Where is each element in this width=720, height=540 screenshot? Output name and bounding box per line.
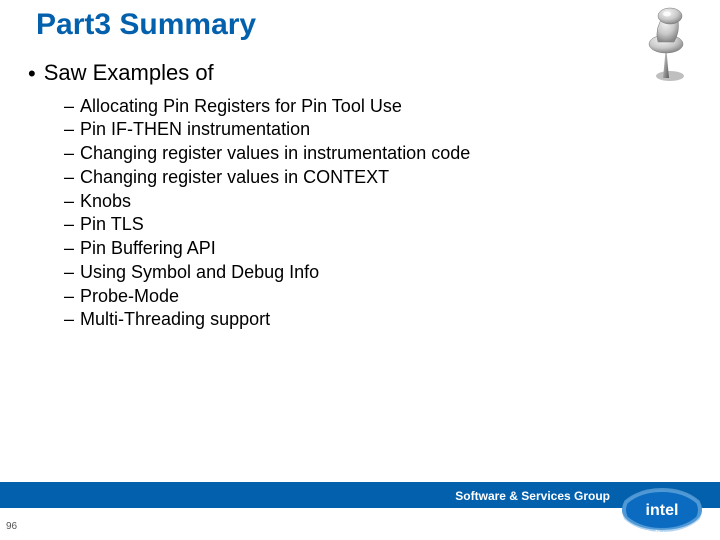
list-item-text: Knobs — [80, 190, 131, 214]
list-item-text: Pin IF-THEN instrumentation — [80, 118, 310, 142]
bullet-level2-list: –Allocating Pin Registers for Pin Tool U… — [64, 95, 680, 333]
dash-icon: – — [64, 285, 74, 309]
slide-title: Part3 Summary — [36, 8, 256, 42]
list-item-text: Multi-Threading support — [80, 308, 270, 332]
list-item-text: Changing register values in CONTEXT — [80, 166, 389, 190]
dash-icon: – — [64, 261, 74, 285]
slide-number: 96 — [6, 521, 17, 532]
dash-icon: – — [64, 213, 74, 237]
list-item-text: Probe-Mode — [80, 285, 179, 309]
list-item: –Probe-Mode — [64, 285, 680, 309]
logo-sub-text: Software — [644, 529, 680, 538]
list-item: –Changing register values in CONTEXT — [64, 166, 680, 190]
bullet-dot: • — [28, 60, 36, 89]
dash-icon: – — [64, 166, 74, 190]
list-item: –Using Symbol and Debug Info — [64, 261, 680, 285]
list-item: –Allocating Pin Registers for Pin Tool U… — [64, 95, 680, 119]
footer-group-label: Software & Services Group — [455, 489, 610, 503]
slide: Part3 Summary • — [0, 0, 720, 540]
intel-logo-icon: intel Software — [620, 488, 704, 538]
list-item-text: Pin Buffering API — [80, 237, 216, 261]
dash-icon: – — [64, 190, 74, 214]
list-item: –Multi-Threading support — [64, 308, 680, 332]
dash-icon: – — [64, 308, 74, 332]
list-item-text: Pin TLS — [80, 213, 144, 237]
dash-icon: – — [64, 118, 74, 142]
bullet-level1-text: Saw Examples of — [44, 60, 214, 86]
footer-bar — [0, 482, 720, 508]
list-item: –Changing register values in instrumenta… — [64, 142, 680, 166]
dash-icon: – — [64, 95, 74, 119]
list-item-text: Changing register values in instrumentat… — [80, 142, 470, 166]
list-item: –Pin TLS — [64, 213, 680, 237]
dash-icon: – — [64, 142, 74, 166]
list-item: –Pin IF-THEN instrumentation — [64, 118, 680, 142]
content-area: • Saw Examples of –Allocating Pin Regist… — [28, 60, 680, 332]
logo-brand-text: intel — [646, 502, 679, 519]
list-item: –Pin Buffering API — [64, 237, 680, 261]
list-item-text: Allocating Pin Registers for Pin Tool Us… — [80, 95, 402, 119]
list-item: –Knobs — [64, 190, 680, 214]
bullet-level1: • Saw Examples of — [28, 60, 680, 89]
list-item-text: Using Symbol and Debug Info — [80, 261, 319, 285]
dash-icon: – — [64, 237, 74, 261]
